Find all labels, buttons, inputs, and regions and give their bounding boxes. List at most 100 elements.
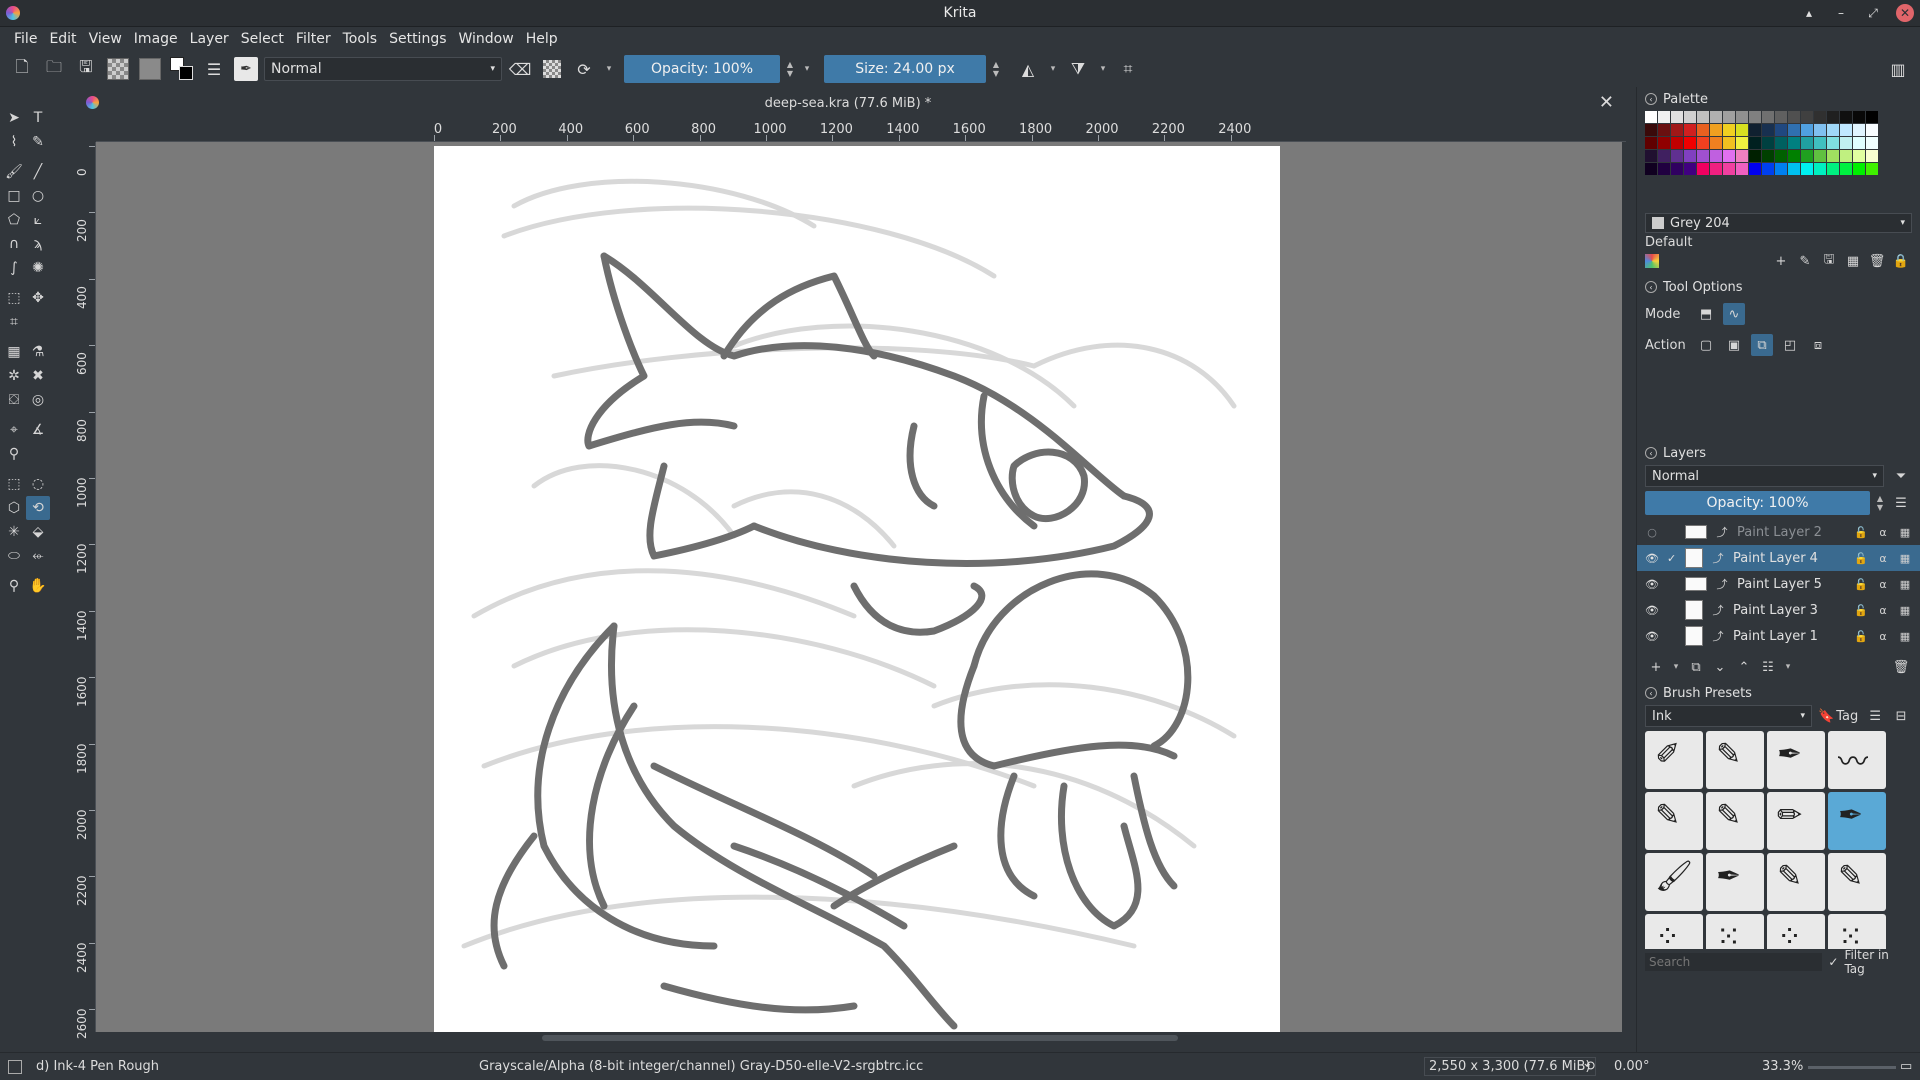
- crop-tool-icon[interactable]: ⌗: [2, 310, 26, 334]
- lock-icon[interactable]: 🔓: [1854, 578, 1868, 591]
- opacity-slider[interactable]: Opacity: 100%: [624, 55, 780, 83]
- layer-properties-icon[interactable]: ☷: [1757, 656, 1779, 678]
- add-swatch-icon[interactable]: +: [1770, 250, 1792, 272]
- palette-swatch[interactable]: [1866, 150, 1878, 162]
- palette-swatch[interactable]: [1749, 124, 1761, 136]
- add-layer-icon[interactable]: +: [1645, 656, 1667, 678]
- add-selection-icon[interactable]: ⧉: [1751, 334, 1773, 356]
- eye-hidden-icon[interactable]: ○: [1645, 526, 1659, 539]
- palette-swatch[interactable]: [1736, 163, 1748, 175]
- zoom-slider[interactable]: [1808, 1066, 1896, 1069]
- palette-swatch[interactable]: [1658, 124, 1670, 136]
- palette-swatch[interactable]: [1684, 163, 1696, 175]
- palette-swatch[interactable]: [1762, 150, 1774, 162]
- chevron-down-icon[interactable]: ▾: [800, 64, 814, 74]
- palette-swatch[interactable]: [1788, 150, 1800, 162]
- contiguous-select-icon[interactable]: ✳: [2, 520, 26, 544]
- palette-swatch[interactable]: [1788, 124, 1800, 136]
- line-tool-icon[interactable]: ╱: [26, 160, 50, 184]
- gradient-tool-icon[interactable]: ▦: [2, 340, 26, 364]
- palette-swatch[interactable]: [1723, 150, 1735, 162]
- rotation-icon[interactable]: ⟲: [1584, 1059, 1595, 1074]
- palette-swatch[interactable]: [1853, 124, 1865, 136]
- palette-swatch[interactable]: [1775, 150, 1787, 162]
- similar-select-icon[interactable]: ⬙: [26, 520, 50, 544]
- delete-layer-icon[interactable]: 🗑: [1890, 656, 1912, 678]
- palette-swatch[interactable]: [1840, 163, 1852, 175]
- lock-palette-icon[interactable]: 🔒: [1890, 250, 1912, 272]
- brush-preset-tile[interactable]: ✒: [1767, 731, 1825, 789]
- palette-swatch[interactable]: [1762, 137, 1774, 149]
- brush-tag-select[interactable]: Ink ▾: [1645, 705, 1813, 727]
- palette-swatch[interactable]: [1710, 111, 1722, 123]
- polygonal-mode-icon[interactable]: ⬒: [1695, 303, 1717, 325]
- chevron-down-icon[interactable]: ▾: [1781, 662, 1795, 672]
- canvas-paper[interactable]: [434, 146, 1280, 1032]
- collapse-icon[interactable]: ‹: [1645, 93, 1657, 105]
- palette-swatch[interactable]: [1775, 124, 1787, 136]
- palette-swatch[interactable]: [1788, 111, 1800, 123]
- chevron-down-icon[interactable]: ▾: [602, 64, 616, 74]
- brush-preset-icon[interactable]: ✒: [232, 55, 260, 83]
- palette-swatch[interactable]: [1749, 163, 1761, 175]
- polygon-tool-icon[interactable]: ⬠: [2, 208, 26, 232]
- lock-icon[interactable]: 🔓: [1854, 604, 1868, 617]
- palette-swatch[interactable]: [1710, 150, 1722, 162]
- size-spinner[interactable]: ▲ ▼: [990, 55, 1002, 83]
- brush-preset-tile[interactable]: ✒: [1828, 792, 1886, 850]
- palette-swatch[interactable]: [1827, 163, 1839, 175]
- layer-opacity-spinner[interactable]: ▲ ▼: [1874, 491, 1886, 515]
- palette-swatch[interactable]: [1671, 137, 1683, 149]
- palette-swatch[interactable]: [1866, 137, 1878, 149]
- palette-swatch[interactable]: [1671, 150, 1683, 162]
- edit-shapes-icon[interactable]: ⌇: [2, 130, 26, 154]
- blend-mode-select[interactable]: Normal ▾: [264, 57, 502, 81]
- palette-swatch[interactable]: [1827, 150, 1839, 162]
- list-view-icon[interactable]: ☰: [1864, 705, 1886, 727]
- close-window-button[interactable]: ✕: [1896, 4, 1914, 22]
- replace-selection-icon[interactable]: ▢: [1695, 334, 1717, 356]
- alpha-lock-icon[interactable]: α: [1876, 630, 1890, 643]
- layer-select-checkbox[interactable]: ✓: [1667, 552, 1677, 565]
- palette-grid-icon[interactable]: [1645, 254, 1659, 268]
- assistant-tool-icon[interactable]: ⌖: [2, 418, 26, 442]
- palette-swatch[interactable]: [1749, 150, 1761, 162]
- palette-swatch[interactable]: [1697, 150, 1709, 162]
- shade-window-button[interactable]: ▴: [1800, 4, 1818, 22]
- palette-swatch[interactable]: [1710, 163, 1722, 175]
- calligraphy-icon[interactable]: ✎: [26, 130, 50, 154]
- magnetic-select-icon[interactable]: ⬰: [26, 544, 50, 568]
- layer-row[interactable]: ○ ⤴ Paint Layer 2 🔓 α ▦: [1637, 519, 1920, 545]
- palette-swatch[interactable]: [1840, 150, 1852, 162]
- alpha-lock-icon[interactable]: α: [1876, 578, 1890, 591]
- palette-swatch[interactable]: [1853, 137, 1865, 149]
- palette-swatch[interactable]: [1684, 111, 1696, 123]
- palette-swatch[interactable]: [1723, 137, 1735, 149]
- palette-swatch[interactable]: [1762, 163, 1774, 175]
- collapse-icon[interactable]: ‹: [1645, 281, 1657, 293]
- brush-status-icon[interactable]: [8, 1059, 22, 1074]
- bezier-select-icon[interactable]: ⬭: [2, 544, 26, 568]
- palette-swatch[interactable]: [1671, 111, 1683, 123]
- palette-swatch[interactable]: [1814, 150, 1826, 162]
- reload-preset-icon[interactable]: ⟳: [570, 55, 598, 83]
- palette-swatch[interactable]: [1645, 137, 1657, 149]
- palette-swatch[interactable]: [1697, 124, 1709, 136]
- rect-select-icon[interactable]: ⬚: [2, 472, 26, 496]
- palette-swatch[interactable]: [1684, 137, 1696, 149]
- brush-search-input[interactable]: [1645, 953, 1823, 971]
- horizontal-scrollbar[interactable]: [96, 1032, 1626, 1044]
- chevron-down-icon[interactable]: ▾: [1669, 662, 1683, 672]
- eye-icon[interactable]: 👁: [1645, 578, 1659, 591]
- lock-icon[interactable]: 🔓: [1854, 552, 1868, 565]
- ellipse-select-icon[interactable]: ◌: [26, 472, 50, 496]
- palette-swatch[interactable]: [1840, 124, 1852, 136]
- palette-swatch[interactable]: [1775, 111, 1787, 123]
- enclose-fill-icon[interactable]: ◎: [26, 388, 50, 412]
- palette-swatch[interactable]: [1697, 137, 1709, 149]
- intersect-selection-icon[interactable]: ▣: [1723, 334, 1745, 356]
- palette-swatch[interactable]: [1840, 137, 1852, 149]
- palette-swatch[interactable]: [1684, 124, 1696, 136]
- import-preset-icon[interactable]: ⊟: [1890, 705, 1912, 727]
- polyline-tool-icon[interactable]: ⟀: [26, 208, 50, 232]
